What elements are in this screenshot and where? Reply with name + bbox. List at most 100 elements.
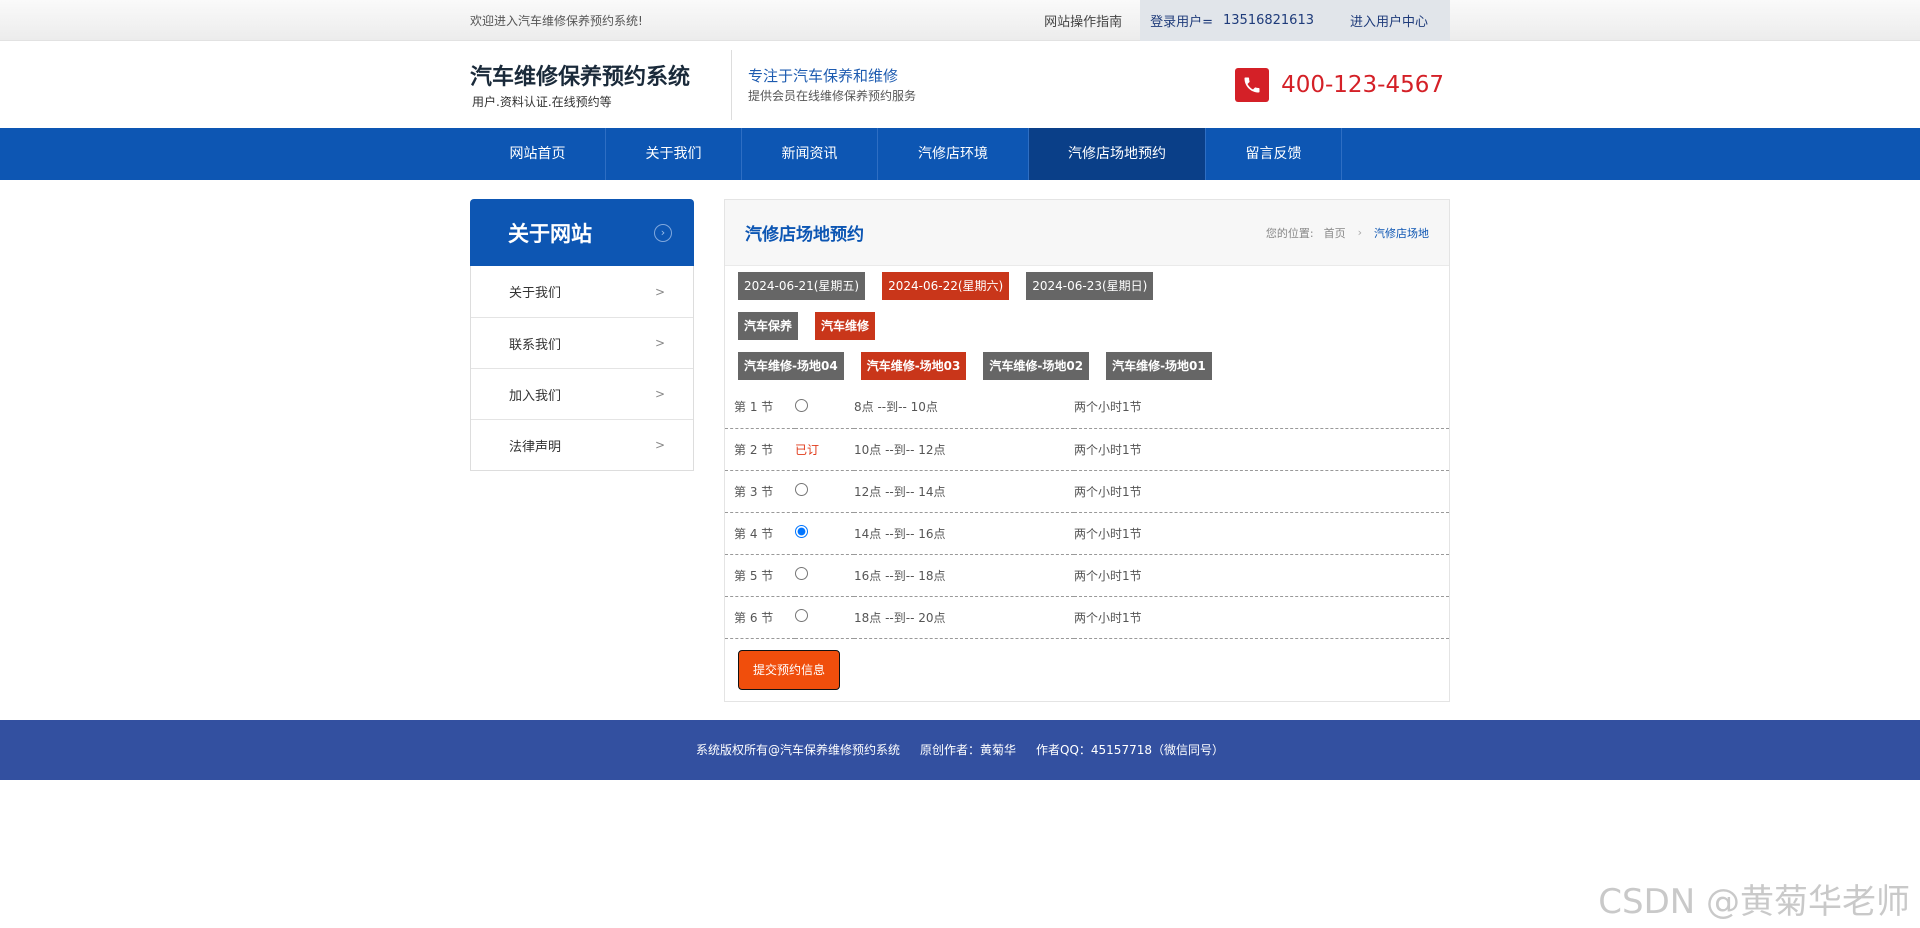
slot-label: 第 2 节: [725, 428, 795, 471]
footer-author: 原创作者：黄菊华: [920, 743, 1017, 757]
nav-reservation[interactable]: 汽修店场地预约: [1029, 128, 1206, 180]
chevron-right-icon: >: [654, 438, 665, 452]
breadcrumb: 您的位置: 首页 › 汽修店场地: [1266, 225, 1429, 241]
slot-label: 第 4 节: [725, 512, 795, 555]
footer: 系统版权所有@汽车保养维修预约系统 原创作者：黄菊华 作者QQ：45157718…: [0, 719, 1920, 780]
slot-label: 第 6 节: [725, 596, 795, 639]
panel-header: 汽修店场地预约 您的位置: 首页 › 汽修店场地: [725, 200, 1449, 266]
table-row: 第 1 节 8点 --到-- 10点 两个小时1节: [725, 386, 1449, 429]
top-bar: 欢迎进入汽车维修保养预约系统! 网站操作指南 登录用户= 13516821613…: [0, 0, 1920, 41]
sidebar-item-label: 加入我们: [509, 388, 562, 404]
main-nav: 网站首页 关于我们 新闻资讯 汽修店环境 汽修店场地预约 留言反馈: [0, 128, 1920, 180]
slot-select: [795, 596, 854, 639]
venue-button[interactable]: 汽车维修-场地01: [1106, 352, 1212, 380]
submit-area: 提交预约信息: [725, 639, 1449, 701]
phone-icon: [1235, 67, 1270, 102]
slot-select: [795, 470, 854, 513]
sidebar-item-about[interactable]: 关于我们 >: [471, 266, 693, 317]
sidebar-menu: 关于我们 > 联系我们 > 加入我们 > 法律声明 >: [470, 266, 694, 471]
guide-link[interactable]: 网站操作指南: [1044, 11, 1122, 30]
slot-time: 10点 --到-- 12点: [854, 428, 1074, 471]
slot-label: 第 1 节: [725, 386, 795, 429]
sidebar-item-legal[interactable]: 法律声明 >: [471, 419, 693, 470]
table-row: 第 4 节 14点 --到-- 16点 两个小时1节: [725, 512, 1449, 555]
sidebar-item-contact[interactable]: 联系我们 >: [471, 317, 693, 368]
slot-duration: 两个小时1节: [1074, 386, 1449, 429]
chevron-right-icon: >: [654, 336, 665, 350]
welcome-text: 欢迎进入汽车维修保养预约系统!: [470, 14, 643, 28]
sidebar: 关于网站 › 关于我们 > 联系我们 > 加入我们 > 法律声明 >: [470, 199, 694, 471]
nav-news[interactable]: 新闻资讯: [742, 128, 878, 180]
user-label: 登录用户=: [1150, 15, 1213, 30]
sidebar-header: 关于网站 ›: [470, 199, 694, 266]
crumb-home[interactable]: 首页: [1324, 225, 1346, 241]
main: 关于网站 › 关于我们 > 联系我们 > 加入我们 > 法律声明 > 汽修店场地预约 您…: [0, 180, 1920, 702]
slot-select: [795, 386, 854, 429]
chevron-right-icon: ›: [1357, 226, 1362, 239]
slot-duration: 两个小时1节: [1074, 470, 1449, 513]
crumb-current[interactable]: 汽修店场地: [1374, 225, 1429, 241]
sidebar-item-label: 关于我们: [509, 286, 562, 301]
slogan: 专注于汽车保养和维修 提供会员在线维修保养预约服务: [748, 65, 916, 104]
nav-environment[interactable]: 汽修店环境: [878, 128, 1029, 180]
slot-duration: 两个小时1节: [1074, 554, 1449, 597]
chevron-right-icon: >: [654, 387, 665, 401]
date-button[interactable]: 2024-06-21(星期五): [738, 272, 866, 300]
venue-button-selected[interactable]: 汽车维修-场地03: [860, 352, 967, 380]
slot-select: [795, 512, 854, 555]
site-subtitle: 用户.资料认证.在线预约等: [472, 95, 612, 109]
phone-number: 400-123-4567: [1281, 71, 1444, 98]
slot-radio[interactable]: [795, 567, 808, 580]
slot-time: 12点 --到-- 14点: [854, 470, 1074, 513]
slot-label: 第 3 节: [725, 470, 795, 513]
slot-time: 18点 --到-- 20点: [854, 596, 1074, 639]
slogan-subtitle: 提供会员在线维修保养预约服务: [748, 89, 917, 103]
sidebar-item-join[interactable]: 加入我们 >: [471, 368, 693, 419]
panel-title: 汽修店场地预约: [745, 225, 864, 245]
reservation-panel: 汽修店场地预约 您的位置: 首页 › 汽修店场地 2024-06-21(星期五)…: [724, 199, 1450, 702]
slogan-title: 专注于汽车保养和维修: [748, 67, 899, 85]
submit-reservation-button[interactable]: 提交预约信息: [738, 649, 841, 690]
header-divider: [731, 49, 732, 120]
slot-duration: 两个小时1节: [1074, 596, 1449, 639]
slot-table: 第 1 节 8点 --到-- 10点 两个小时1节 第 2 节 已订 10点 -…: [725, 386, 1449, 639]
venue-button[interactable]: 汽车维修-场地02: [983, 352, 1090, 380]
nav-about[interactable]: 关于我们: [606, 128, 742, 180]
service-row: 汽车保养 汽车维修: [725, 312, 1449, 340]
crumb-label: 您的位置:: [1265, 226, 1314, 240]
slot-duration: 两个小时1节: [1074, 512, 1449, 555]
chevron-right-icon: >: [654, 284, 665, 299]
sidebar-item-label: 法律声明: [509, 439, 562, 455]
slot-booked-badge: 已订: [795, 428, 854, 471]
table-row: 第 2 节 已订 10点 --到-- 12点 两个小时1节: [725, 428, 1449, 471]
nav-home[interactable]: 网站首页: [470, 128, 606, 180]
header: 汽车维修保养预约系统 用户.资料认证.在线预约等 专注于汽车保养和维修 提供会员…: [0, 41, 1920, 128]
slot-time: 16点 --到-- 18点: [854, 554, 1074, 597]
date-button[interactable]: 2024-06-23(星期日): [1026, 272, 1154, 300]
circle-arrow-icon: ›: [654, 223, 672, 242]
footer-qq: 作者QQ：45157718（微信同号）: [1036, 743, 1224, 757]
date-button-selected[interactable]: 2024-06-22(星期六): [882, 272, 1010, 300]
slot-duration: 两个小时1节: [1074, 428, 1449, 471]
user-center-link[interactable]: 进入用户中心: [1350, 11, 1428, 30]
phone-block: 400-123-4567: [1235, 67, 1444, 102]
slot-time: 14点 --到-- 16点: [854, 512, 1074, 555]
footer-copyright: 系统版权所有@汽车保养维修预约系统: [695, 743, 900, 757]
service-button-selected[interactable]: 汽车维修: [815, 312, 876, 340]
slot-radio[interactable]: [795, 398, 808, 412]
table-row: 第 6 节 18点 --到-- 20点 两个小时1节: [725, 596, 1449, 639]
service-button[interactable]: 汽车保养: [738, 312, 799, 340]
table-row: 第 3 节 12点 --到-- 14点 两个小时1节: [725, 470, 1449, 513]
user-id: 13516821613: [1223, 13, 1314, 28]
sidebar-item-label: 联系我们: [509, 337, 562, 353]
slot-radio[interactable]: [795, 609, 808, 622]
slot-label: 第 5 节: [725, 554, 795, 597]
slot-radio[interactable]: [795, 525, 808, 538]
nav-feedback[interactable]: 留言反馈: [1206, 128, 1342, 180]
site-title: 汽车维修保养预约系统: [470, 65, 691, 90]
watermark: CSDN @黄菊华老师: [1598, 882, 1910, 922]
sidebar-title: 关于网站: [508, 221, 592, 246]
table-row: 第 5 节 16点 --到-- 18点 两个小时1节: [725, 554, 1449, 597]
venue-button[interactable]: 汽车维修-场地04: [738, 352, 844, 380]
slot-radio[interactable]: [795, 483, 808, 496]
